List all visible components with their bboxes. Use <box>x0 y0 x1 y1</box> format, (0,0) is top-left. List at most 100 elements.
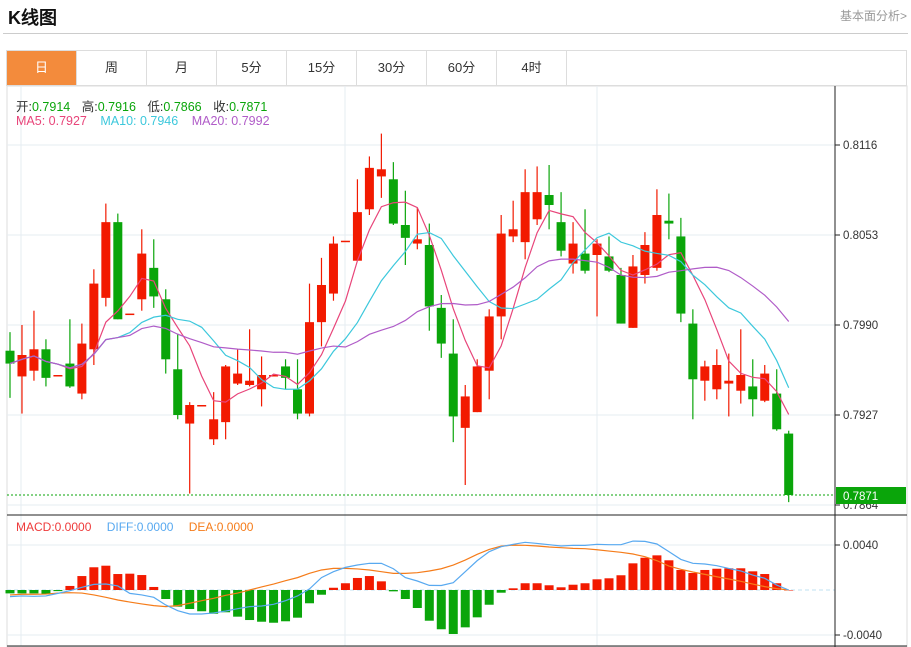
candle-body <box>556 222 566 251</box>
candle <box>197 405 207 407</box>
candle <box>316 257 326 347</box>
candle <box>113 213 123 320</box>
macd-bar <box>221 590 231 613</box>
macd-panel <box>5 540 835 634</box>
price-tick-label: 0.8053 <box>843 230 878 242</box>
close-value: 0.7871 <box>229 100 268 114</box>
candle <box>65 319 75 388</box>
candle-body <box>628 266 638 328</box>
macd-tick-label: -0.0040 <box>843 630 882 642</box>
candle <box>760 365 770 403</box>
candle <box>448 319 458 443</box>
candle-body <box>760 373 770 401</box>
candle <box>556 192 566 257</box>
macd-bar <box>388 590 398 592</box>
open-value: 0.7914 <box>31 100 71 114</box>
candle-body <box>580 253 590 271</box>
macd-bar <box>400 590 410 599</box>
candle-body <box>185 405 195 424</box>
candle <box>424 223 434 331</box>
candle <box>352 179 362 261</box>
candle-body <box>41 349 51 378</box>
candle <box>460 385 470 485</box>
candle <box>496 215 506 340</box>
candle-body <box>125 313 135 316</box>
ma10-line <box>9 231 790 390</box>
candle <box>508 200 518 243</box>
macd-bar <box>412 590 422 608</box>
macd-bar <box>568 584 578 590</box>
candle <box>784 430 794 503</box>
candle-body <box>532 192 542 220</box>
high-label: 高: <box>81 100 98 114</box>
macd-bar <box>245 590 255 621</box>
candle-body <box>436 307 446 344</box>
candle-body <box>604 256 614 271</box>
candle <box>233 349 243 385</box>
low-label: 低: <box>147 100 164 114</box>
candle-body <box>245 380 255 385</box>
candle <box>173 333 183 420</box>
candle-body <box>364 167 374 210</box>
macd-bar <box>448 590 458 634</box>
macd-bar <box>101 565 111 590</box>
macd-legend: MACD:0.0000 DIFF:0.0000 DEA:0.0000 <box>16 520 253 534</box>
ma10-value: MA10: 0.7946 <box>100 114 179 128</box>
macd-bar <box>592 579 602 590</box>
candle-body <box>736 375 746 391</box>
macd-bar <box>29 590 39 594</box>
candle-body <box>688 323 698 380</box>
macd-bar <box>89 567 99 590</box>
candle-body <box>544 195 554 205</box>
ohlc-info: 开:0.7914 高:0.7916 低:0.7866 收:0.7871 <box>16 96 275 115</box>
price-tick-label: 0.7990 <box>843 320 878 332</box>
candle-body <box>448 353 458 417</box>
candle-body <box>89 283 99 350</box>
candle <box>137 229 147 311</box>
candle <box>520 169 530 260</box>
macd-bar <box>676 569 686 590</box>
open-label: 开: <box>16 100 32 114</box>
candle-body <box>5 350 15 364</box>
macd-bar <box>305 590 314 604</box>
close-label: 收: <box>213 100 230 114</box>
macd-bar <box>281 590 291 622</box>
candle-body <box>472 366 482 413</box>
candle-body <box>376 169 386 177</box>
macd-bar <box>700 569 710 590</box>
candle <box>700 360 710 401</box>
macd-bar <box>520 583 530 590</box>
macd-bar <box>161 590 171 599</box>
candle-body <box>460 396 470 428</box>
macd-bar <box>640 557 650 590</box>
macd-bar <box>125 573 135 590</box>
candle <box>376 133 386 198</box>
candles <box>5 133 794 503</box>
candle <box>532 166 542 225</box>
candle <box>652 189 662 271</box>
macd-bar <box>209 590 219 614</box>
diff-value: DIFF:0.0000 <box>106 520 174 534</box>
last-price-label: 0.7871 <box>843 491 878 503</box>
macd-bar <box>688 573 698 590</box>
candle <box>340 240 350 243</box>
candle <box>484 309 494 400</box>
ma20-value: MA20: 0.7992 <box>191 114 270 128</box>
candle <box>388 162 398 225</box>
candle-body <box>508 229 518 237</box>
candle <box>724 353 734 417</box>
low-value: 0.7866 <box>163 100 202 114</box>
candle <box>17 325 27 414</box>
macd-tick-label: 0.0040 <box>843 540 878 552</box>
candle <box>472 359 482 413</box>
macd-bar <box>53 590 63 592</box>
candle-body <box>29 349 39 371</box>
candle-body <box>652 215 662 268</box>
candle <box>125 313 135 316</box>
candle-body <box>316 285 326 323</box>
macd-bar <box>424 590 434 621</box>
candle <box>41 339 51 387</box>
macd-bar <box>364 576 374 590</box>
candle-body <box>700 366 710 381</box>
candle-body <box>616 275 626 324</box>
